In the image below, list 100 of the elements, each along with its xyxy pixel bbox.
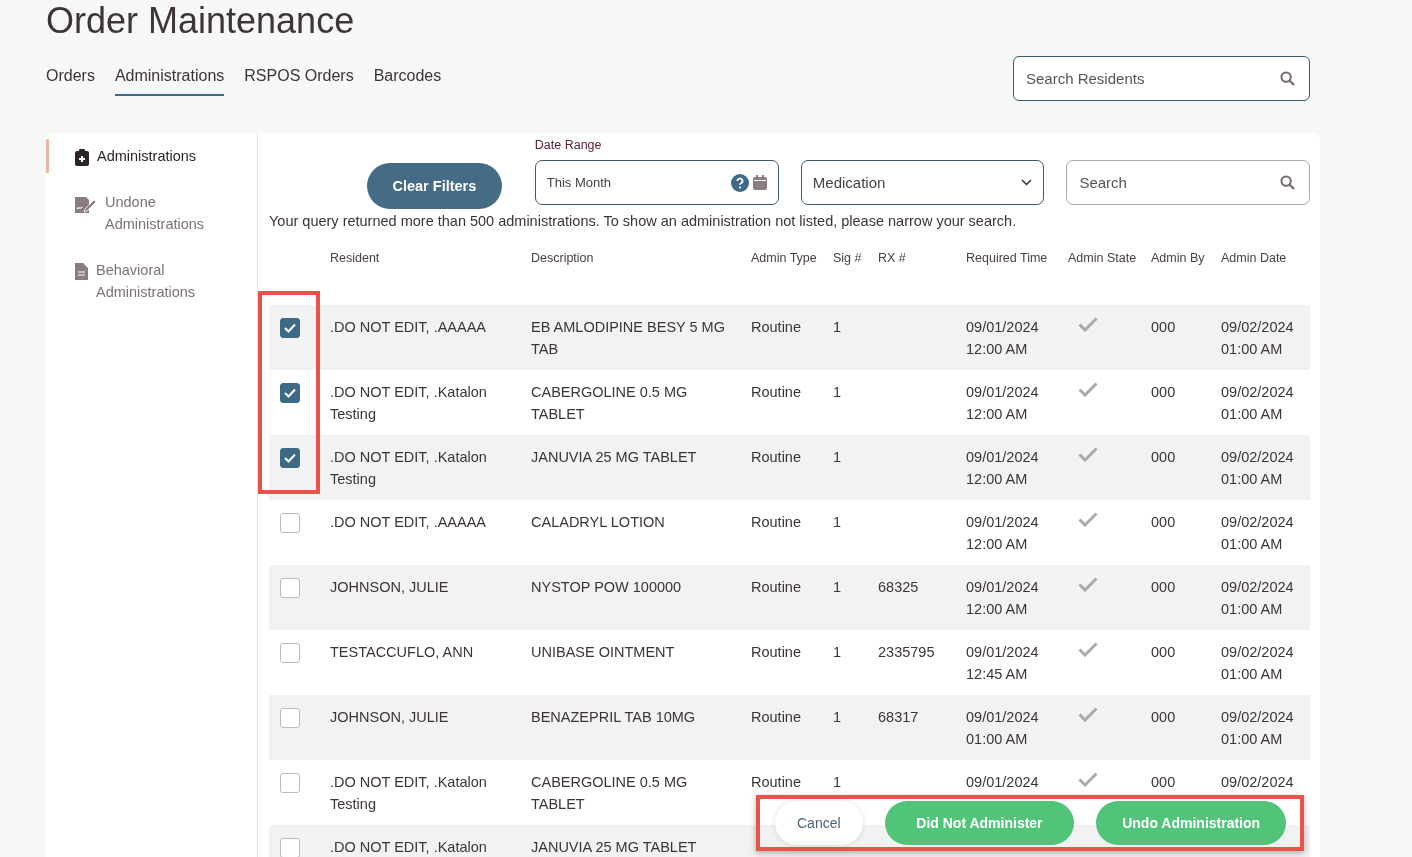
table-cell-text: JANUVIA 25 MG TABLET <box>531 449 698 465</box>
search-icon[interactable] <box>1280 71 1295 86</box>
table-cell-text: 000 <box>1151 579 1177 595</box>
table-cell-text: 01:00 AM <box>966 729 1029 749</box>
table-cell-text: UNIBASE OINTMENT <box>531 644 676 660</box>
table-cell-text: Routine <box>751 384 802 400</box>
row-checkbox[interactable] <box>280 838 300 857</box>
row-checkbox[interactable] <box>280 773 300 793</box>
table-cell-text: 01:00 AM <box>1221 469 1284 489</box>
table-cell-text: 09/02/2024 <box>1221 448 1295 467</box>
row-checkbox[interactable] <box>280 318 300 338</box>
table-cell: EB AMLODIPINE BESY 5 MG TAB <box>531 319 725 357</box>
clipboard-icon <box>75 149 89 166</box>
table-cell-text: Routine <box>751 449 802 465</box>
column-header: Required Time <box>966 250 1049 267</box>
nav-tab[interactable]: Orders <box>46 67 95 96</box>
table-cell-text: 09/02/2024 <box>1221 578 1295 597</box>
table-cell: CABERGOLINE 0.5 MG TABLET <box>531 774 688 812</box>
table-cell-text: Routine <box>751 644 802 660</box>
help-icon[interactable] <box>730 173 749 192</box>
row-checkbox[interactable] <box>280 513 300 533</box>
search-field[interactable]: Search <box>1066 160 1310 205</box>
table-cell-text: 1 <box>833 384 843 400</box>
row-checkbox[interactable] <box>280 448 300 468</box>
sidebar-item[interactable]: Undone Administrations <box>46 185 257 241</box>
table-cell-text: 01:00 AM <box>1221 404 1284 424</box>
sidebar-item[interactable]: Behavioral Administrations <box>46 253 257 309</box>
nav-tab[interactable]: RSPOS Orders <box>244 67 354 96</box>
search-icon[interactable] <box>1280 175 1295 190</box>
table-cell-text: 12:45 AM <box>966 664 1029 684</box>
sidebar-item[interactable]: Administrations <box>46 139 257 173</box>
row-checkbox[interactable] <box>280 383 300 403</box>
table-cell-text: Routine <box>751 579 802 595</box>
table-cell-text: BENAZEPRIL TAB 10MG <box>531 709 697 725</box>
table-cell-text: 09/02/2024 <box>1221 383 1295 402</box>
row-checkbox[interactable] <box>280 578 300 598</box>
row-checkbox[interactable] <box>280 708 300 728</box>
column-header: RX # <box>878 250 907 267</box>
table-cell-text: 09/02/2024 <box>1221 643 1295 662</box>
table-cell-text: 000 <box>1151 449 1177 465</box>
page-title: Order Maintenance <box>46 0 356 43</box>
table-cell-text: 1 <box>833 579 843 595</box>
table-cell-text: 09/02/2024 <box>1221 773 1295 792</box>
table-cell-text: 09/01/2024 <box>966 448 1040 467</box>
table-cell-text: 000 <box>1151 319 1177 335</box>
table-cell-text: NYSTOP POW 100000 <box>531 579 683 595</box>
table-cell-text: CALADRYL LOTION <box>531 514 666 530</box>
table-cell-text: 1 <box>833 709 843 725</box>
table-cell-text: 1 <box>833 514 843 530</box>
table-cell-text: 01:00 AM <box>1221 339 1284 359</box>
table-cell-text: 12:00 AM <box>966 534 1029 554</box>
table-cell-text: 12:00 AM <box>966 339 1029 359</box>
calendar-icon[interactable] <box>752 175 767 190</box>
table-cell: .DO NOT EDIT, .Katalon Testing <box>330 449 487 487</box>
row-checkbox[interactable] <box>280 643 300 663</box>
table-cell-text: 12:00 AM <box>966 469 1029 489</box>
table-cell-text: 68325 <box>878 579 920 595</box>
column-header: Admin Date <box>1221 250 1288 267</box>
date-range-field[interactable]: This Month <box>534 160 779 205</box>
table-cell-text: 12:00 AM <box>966 404 1029 424</box>
table-cell-text: Routine <box>751 514 802 530</box>
table-cell-text: JOHNSON, JULIE <box>330 579 450 595</box>
column-header: Description <box>531 250 595 267</box>
table-cell-text: Routine <box>751 319 802 335</box>
field-label: Date Range <box>534 138 603 152</box>
table-cell-text: 000 <box>1151 709 1177 725</box>
table-cell-text: 000 <box>1151 514 1177 530</box>
nav-tab[interactable]: Barcodes <box>373 67 442 96</box>
result-message: Your query returned more than 500 administrations. To show an administration not listed, please narrow your search. <box>269 213 1018 229</box>
table-cell-text: Routine <box>751 709 802 725</box>
table-cell-text: 09/01/2024 <box>966 708 1040 727</box>
resident-search-field[interactable]: Search Residents <box>1013 56 1310 101</box>
table-cell-text: 09/02/2024 <box>1221 513 1295 532</box>
table-cell-text: JOHNSON, JULIE <box>330 709 450 725</box>
table-cell-text: 1 <box>833 319 843 335</box>
table-cell-text: .DO NOT EDIT, .Katalon <box>330 839 488 855</box>
table-cell-text: 12:00 AM <box>966 599 1029 619</box>
table-cell-text: JANUVIA 25 MG TABLET <box>531 839 698 855</box>
column-header: Admin By <box>1151 250 1206 267</box>
table-cell: CABERGOLINE 0.5 MG TABLET <box>531 384 688 422</box>
column-header: Admin Type <box>751 250 818 267</box>
nav-tab[interactable]: Administrations <box>114 67 225 96</box>
table-cell-text: 09/01/2024 <box>966 643 1040 662</box>
table-cell-text: Routine <box>751 774 802 790</box>
table-cell-text: .DO NOT EDIT, .AAAAA <box>330 319 488 335</box>
column-header: Resident <box>330 250 381 267</box>
table-cell: .DO NOT EDIT, .Katalon Testing <box>330 384 487 422</box>
table-cell-text: 1 <box>833 644 843 660</box>
table-cell-text: .DO NOT EDIT, .AAAAA <box>330 514 488 530</box>
check-icon <box>284 388 296 398</box>
table-cell-text: 09/01/2024 <box>966 513 1040 532</box>
cancel-button[interactable]: Cancel <box>775 801 863 845</box>
clear-filters-button[interactable]: Clear Filters <box>367 163 502 209</box>
table-cell-text: 09/01/2024 <box>966 578 1040 597</box>
medication-select[interactable]: Medication <box>800 160 1045 205</box>
table-cell-text: 09/01/2024 <box>966 318 1040 337</box>
check-icon <box>284 453 296 463</box>
table-cell-text: 09/02/2024 <box>1221 318 1295 337</box>
table-cell-text: 01:00 AM <box>1221 599 1284 619</box>
table-cell: .DO NOT EDIT, .Katalon Testing <box>330 774 487 812</box>
